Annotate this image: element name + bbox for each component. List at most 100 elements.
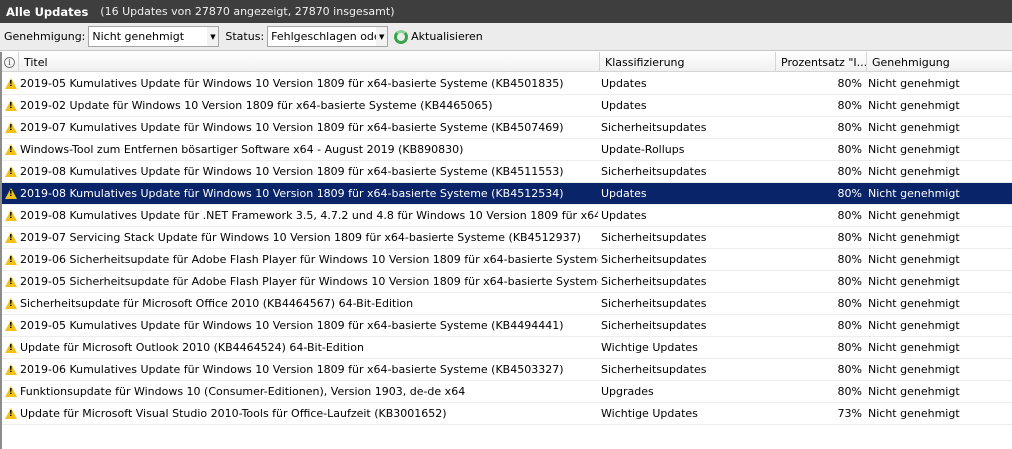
approval-dropdown-value: Nicht genehmigt (92, 30, 185, 43)
warning-icon (5, 298, 17, 309)
classification-cell: Sicherheitsupdates (601, 275, 707, 288)
percent-cell: 73% (837, 407, 862, 420)
table-row[interactable]: 2019-05 Kumulatives Update für Windows 1… (2, 315, 1012, 337)
classification-cell: Updates (601, 187, 647, 200)
title-bar: Alle Updates (16 Updates von 27870 angez… (0, 0, 1012, 23)
approval-cell: Nicht genehmigt (868, 319, 960, 332)
status-cell (4, 161, 18, 182)
column-header-approval[interactable]: Genehmigung (867, 52, 1012, 72)
classification-cell: Updates (601, 99, 647, 112)
status-dropdown[interactable]: Fehlgeschlagen oder ▼ (267, 26, 389, 47)
refresh-button[interactable]: Aktualisieren (394, 29, 483, 44)
column-header-info[interactable]: i (2, 52, 19, 72)
percent-cell: 80% (837, 253, 862, 266)
title-cell: 2019-05 Kumulatives Update für Windows 1… (20, 77, 564, 90)
status-label: Status: (225, 30, 265, 43)
update-count-summary: (16 Updates von 27870 angezeigt, 27870 i… (100, 5, 395, 18)
table-header: i Titel Klassifizierung Prozentsatz "I..… (2, 52, 1012, 72)
classification-cell: Sicherheitsupdates (601, 319, 707, 332)
status-cell (4, 403, 18, 424)
warning-icon (5, 122, 17, 133)
warning-icon (5, 408, 17, 419)
classification-cell: Updates (601, 77, 647, 90)
percent-cell: 80% (837, 319, 862, 332)
table-row[interactable]: Update für Microsoft Visual Studio 2010-… (2, 403, 1012, 425)
warning-icon (5, 210, 17, 221)
info-icon: i (4, 56, 15, 68)
classification-cell: Update-Rollups (601, 143, 685, 156)
title-cell: 2019-08 Kumulatives Update für Windows 1… (20, 165, 564, 178)
filter-toolbar: Genehmigung: Nicht genehmigt ▼ Status: F… (0, 23, 1012, 51)
title-cell: 2019-05 Sicherheitsupdate für Adobe Flas… (20, 275, 598, 288)
approval-dropdown[interactable]: Nicht genehmigt ▼ (88, 26, 220, 47)
warning-icon (5, 320, 17, 331)
percent-cell: 80% (837, 275, 862, 288)
status-cell (4, 359, 18, 380)
table-body: 2019-05 Kumulatives Update für Windows 1… (2, 73, 1012, 425)
approval-cell: Nicht genehmigt (868, 143, 960, 156)
title-cell: Update für Microsoft Visual Studio 2010-… (20, 407, 447, 420)
status-dropdown-value: Fehlgeschlagen oder (271, 30, 377, 43)
approval-cell: Nicht genehmigt (868, 407, 960, 420)
approval-cell: Nicht genehmigt (868, 363, 960, 376)
table-row[interactable]: 2019-02 Update für Windows 10 Version 18… (2, 95, 1012, 117)
percent-cell: 80% (837, 363, 862, 376)
status-cell (4, 205, 18, 226)
title-cell: 2019-08 Kumulatives Update für .NET Fram… (20, 209, 598, 222)
status-cell (4, 381, 18, 402)
percent-cell: 80% (837, 143, 862, 156)
chevron-down-icon[interactable]: ▼ (376, 27, 388, 46)
refresh-label: Aktualisieren (411, 30, 483, 43)
approval-cell: Nicht genehmigt (868, 275, 960, 288)
status-cell (4, 293, 18, 314)
table-row[interactable]: Windows-Tool zum Entfernen bösartiger So… (2, 139, 1012, 161)
title-cell: Windows-Tool zum Entfernen bösartiger So… (20, 143, 464, 156)
table-row[interactable]: Sicherheitsupdate für Microsoft Office 2… (2, 293, 1012, 315)
approval-cell: Nicht genehmigt (868, 77, 960, 90)
warning-icon (5, 188, 17, 199)
warning-icon (5, 386, 17, 397)
column-header-title[interactable]: Titel (19, 52, 600, 72)
table-row[interactable]: 2019-08 Kumulatives Update für .NET Fram… (2, 205, 1012, 227)
classification-cell: Sicherheitsupdates (601, 121, 707, 134)
classification-cell: Wichtige Updates (601, 341, 698, 354)
percent-cell: 80% (837, 121, 862, 134)
approval-cell: Nicht genehmigt (868, 385, 960, 398)
chevron-down-icon[interactable]: ▼ (207, 27, 219, 46)
table-row[interactable]: 2019-06 Sicherheitsupdate für Adobe Flas… (2, 249, 1012, 271)
table-row[interactable]: 2019-05 Kumulatives Update für Windows 1… (2, 73, 1012, 95)
column-header-percent[interactable]: Prozentsatz "I... (776, 52, 867, 72)
approval-cell: Nicht genehmigt (868, 121, 960, 134)
status-cell (4, 117, 18, 138)
percent-cell: 80% (837, 77, 862, 90)
table-row[interactable]: 2019-05 Sicherheitsupdate für Adobe Flas… (2, 271, 1012, 293)
table-row[interactable]: Funktionsupdate für Windows 10 (Consumer… (2, 381, 1012, 403)
table-row[interactable]: 2019-07 Servicing Stack Update für Windo… (2, 227, 1012, 249)
approval-cell: Nicht genehmigt (868, 341, 960, 354)
approval-cell: Nicht genehmigt (868, 231, 960, 244)
warning-icon (5, 166, 17, 177)
warning-icon (5, 78, 17, 89)
classification-cell: Sicherheitsupdates (601, 297, 707, 310)
table-row[interactable]: 2019-06 Kumulatives Update für Windows 1… (2, 359, 1012, 381)
table-row[interactable]: Update für Microsoft Outlook 2010 (KB446… (2, 337, 1012, 359)
table-row[interactable]: 2019-07 Kumulatives Update für Windows 1… (2, 117, 1012, 139)
approval-cell: Nicht genehmigt (868, 297, 960, 310)
percent-cell: 80% (837, 165, 862, 178)
title-cell: Funktionsupdate für Windows 10 (Consumer… (20, 385, 466, 398)
page-title: Alle Updates (6, 4, 89, 19)
status-cell (4, 73, 18, 94)
percent-cell: 80% (837, 341, 862, 354)
title-cell: 2019-06 Sicherheitsupdate für Adobe Flas… (20, 253, 598, 266)
title-cell: 2019-08 Kumulatives Update für Windows 1… (20, 187, 564, 200)
title-cell: 2019-05 Kumulatives Update für Windows 1… (20, 319, 564, 332)
table-row[interactable]: 2019-08 Kumulatives Update für Windows 1… (2, 161, 1012, 183)
table-row[interactable]: 2019-08 Kumulatives Update für Windows 1… (2, 183, 1012, 205)
status-cell (4, 139, 18, 160)
status-cell (4, 271, 18, 292)
percent-cell: 80% (837, 385, 862, 398)
warning-icon (5, 232, 17, 243)
column-header-classification[interactable]: Klassifizierung (600, 52, 776, 72)
classification-cell: Sicherheitsupdates (601, 231, 707, 244)
title-cell: 2019-07 Servicing Stack Update für Windo… (20, 231, 581, 244)
